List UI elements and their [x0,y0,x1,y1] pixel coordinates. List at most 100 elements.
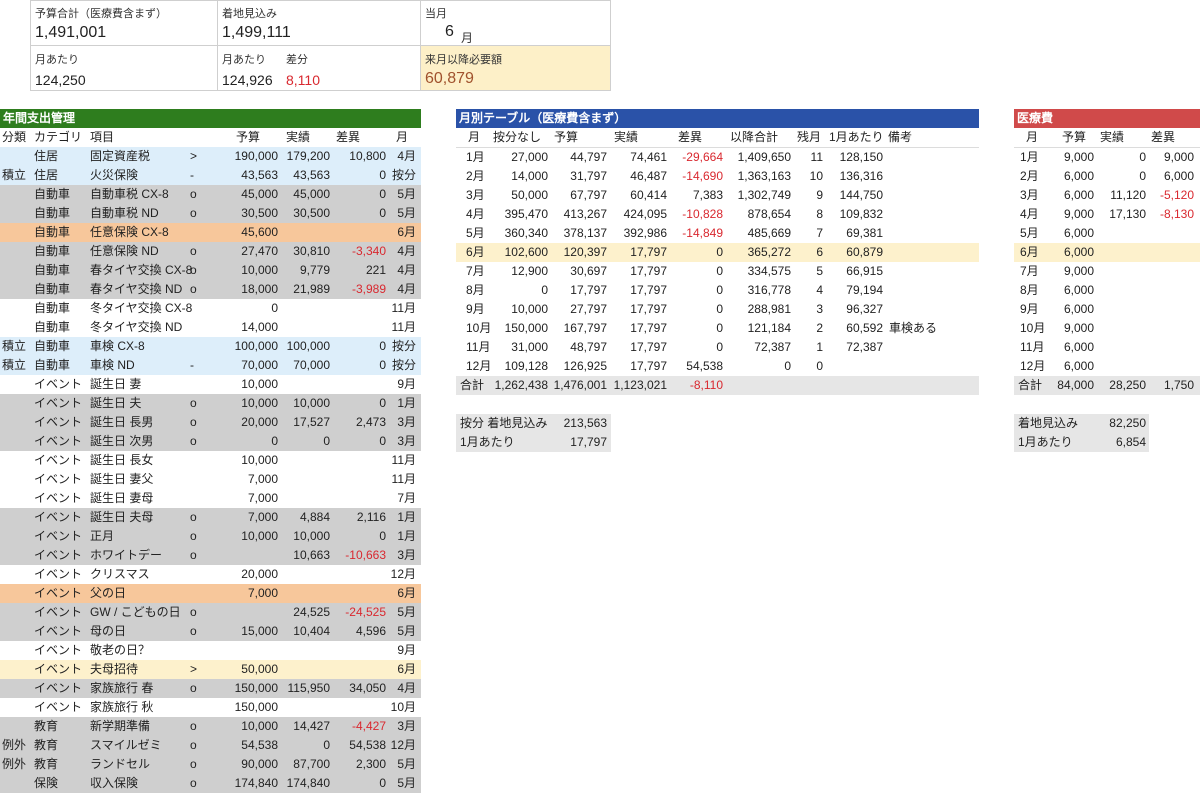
annual-row[interactable]: 積立 自動車 車検 ND - 70,000 70,000 0 按分 [0,356,421,375]
annual-row[interactable]: 教育 新学期準備 o 10,000 14,427 -4,427 3月 [0,717,421,736]
annual-row[interactable]: 例外 教育 ランドセル o 90,000 87,700 2,300 5月 [0,755,421,774]
monthly-row[interactable]: 2月 14,000 31,797 46,487 -14,690 1,363,163 10 13… [456,167,979,186]
actual-cell: 17,797 [630,340,667,354]
monthly-footer-row[interactable]: 按分 着地見込み 213,563 [456,414,611,433]
monthly-row[interactable]: 4月 395,470 413,267 424,095 -10,828 878,654 8 10… [456,205,979,224]
monthly-row[interactable]: 5月 360,340 378,137 392,986 -14,849 485,669 7 69… [456,224,979,243]
medical-row[interactable]: 7月 9,000 [1014,262,1200,281]
footer-label: 1月あたり [460,435,515,449]
annual-row[interactable]: イベント 父の日 7,000 6月 [0,584,421,603]
medical-row[interactable]: 9月 6,000 [1014,300,1200,319]
annual-section-header: 年間支出管理 [0,109,421,128]
medical-row[interactable]: 5月 6,000 [1014,224,1200,243]
annual-row[interactable]: イベント 誕生日 妻父 7,000 11月 [0,470,421,489]
annual-row[interactable]: 自動車 春タイヤ交換 CX-8 o 10,000 9,779 221 4月 [0,261,421,280]
per-month-expected-cell[interactable]: 月あたり 差分 124,926 8,110 [217,45,421,91]
item-cell: 誕生日 夫母 [90,510,154,524]
monthly-row[interactable]: 11月 31,000 48,797 17,797 0 72,387 1 72,387 [456,338,979,357]
budget-cell [212,546,278,565]
annual-row[interactable]: イベント 誕生日 妻母 7,000 7月 [0,489,421,508]
medical-row[interactable]: 4月 9,000 17,130 -8,130 [1014,205,1200,224]
annual-row[interactable]: イベント 夫母招待 >50,000 6月 [0,660,421,679]
current-month-cell[interactable]: 当月 6 月 [420,0,611,46]
annual-row[interactable]: イベント GW / こどもの日 o 24,525 -24,525 5月 [0,603,421,622]
classification-cell [2,280,32,299]
actual-cell [280,489,330,508]
annual-row[interactable]: イベント 誕生日 妻 10,000 9月 [0,375,421,394]
annual-row[interactable]: 自動車 春タイヤ交換 ND o 18,000 21,989 -3,989 4月 [0,280,421,299]
annual-row[interactable]: 自動車 任意保険 ND o 27,470 30,810 -3,340 4月 [0,242,421,261]
annual-row[interactable]: イベント クリスマス 20,000 12月 [0,565,421,584]
medical-footer-row[interactable]: 1月あたり 6,854 [1014,433,1149,452]
annual-row[interactable]: イベント 誕生日 次男 o 0 0 0 3月 [0,432,421,451]
annual-row[interactable]: イベント 家族旅行 春 o 150,000 115,950 34,050 4月 [0,679,421,698]
medical-header-row[interactable]: 月予算 実績 差異 [1014,128,1200,148]
medical-row[interactable]: 6月 6,000 [1014,243,1200,262]
medical-row[interactable]: 8月 6,000 [1014,281,1200,300]
annual-row[interactable]: イベント 誕生日 夫 o 10,000 10,000 0 1月 [0,394,421,413]
month-cell: 1月 [397,529,416,543]
medical-footer-row[interactable]: 着地見込み 82,250 [1014,414,1149,433]
annual-row[interactable]: 自動車 任意保険 CX-8 45,600 6月 [0,223,421,242]
item-cell: 車検 ND [90,358,135,372]
flag-cell: o [190,757,197,771]
note-cell [889,281,969,300]
medical-total-row[interactable]: 合計 84,000 28,250 1,750 [1014,376,1200,395]
monthly-footer-row[interactable]: 1月あたり 17,797 [456,433,611,452]
per-month-budget-cell[interactable]: 月あたり 124,250 [30,45,218,91]
per-month-cell: 128,150 [839,150,883,164]
annual-row[interactable]: イベント 誕生日 長女 10,000 11月 [0,451,421,470]
budget-total-cell[interactable]: 予算合計（医療費含まず） 1,491,001 [30,0,218,46]
actual-cell [280,584,330,603]
annual-row[interactable]: イベント 家族旅行 秋 150,000 10月 [0,698,421,717]
total-actual: 1,123,021 [613,378,667,392]
annual-row[interactable]: 自動車 自動車税 CX-8 o 45,000 45,000 0 5月 [0,185,421,204]
annual-row[interactable]: イベント 母の日 o 15,000 10,404 4,596 5月 [0,622,421,641]
next-required-cell[interactable]: 来月以降必要額 60,879 [420,45,611,91]
monthly-row[interactable]: 10月 150,000 167,797 17,797 0 121,184 2 60,592 車検… [456,319,979,338]
annual-row[interactable]: 住居 固定資産税 >190,000 179,200 10,800 4月 [0,147,421,166]
annual-row[interactable]: 自動車 冬タイヤ交換 ND 14,000 11月 [0,318,421,337]
diff-cell [332,641,386,660]
annual-row[interactable]: 積立 住居 火災保険 - 43,563 43,563 0 按分 [0,166,421,185]
annual-row[interactable]: イベント 誕生日 長男 o 20,000 17,527 2,473 3月 [0,413,421,432]
monthly-row[interactable]: 8月 0 17,797 17,797 0 316,778 4 79,194 [456,281,979,300]
item-cell: 冬タイヤ交換 CX-8 [90,301,193,315]
medical-row[interactable]: 11月 6,000 [1014,338,1200,357]
expected-total-cell[interactable]: 着地見込み 1,499,111 [217,0,421,46]
medical-row[interactable]: 12月 6,000 [1014,357,1200,376]
month-cell: 2月 [1020,169,1039,183]
annual-row[interactable]: イベント 正月 o 10,000 10,000 0 1月 [0,527,421,546]
medical-row[interactable]: 1月 9,000 0 9,000 [1014,148,1200,167]
medical-row[interactable]: 2月 6,000 0 6,000 [1014,167,1200,186]
medical-row[interactable]: 3月 6,000 11,120 -5,120 [1014,186,1200,205]
budget-cell: 6,000 [1063,226,1094,240]
annual-row[interactable]: 自動車 自動車税 ND o 30,500 30,500 0 5月 [0,204,421,223]
monthly-total-row[interactable]: 合計 1,262,438 1,476,001 1,123,021 -8,110 [456,376,979,395]
budget-cell: 31,797 [570,169,607,183]
monthly-row[interactable]: 7月 12,900 30,697 17,797 0 334,575 5 66,915 [456,262,979,281]
budget-cell: 7,000 [247,491,278,505]
monthly-row[interactable]: 1月 27,000 44,797 74,461 -29,664 1,409,650 11 12… [456,148,979,167]
annual-header-row[interactable]: 分類 カテゴリ 項目 予算 実績 差異月 [0,128,421,147]
annual-row[interactable]: 積立 自動車 車検 CX-8 100,000 100,000 0 按分 [0,337,421,356]
category-cell: イベント [34,415,83,429]
diff-cell: 0 [716,340,723,354]
annual-row[interactable]: 例外 教育 スマイルゼミ o 54,538 0 54,538 12月 [0,736,421,755]
annual-row[interactable]: イベント 誕生日 夫母 o 7,000 4,884 2,116 1月 [0,508,421,527]
note-cell: 車検ある [889,321,938,335]
flag-cell: > [190,662,198,676]
monthly-row[interactable]: 9月 10,000 27,797 17,797 0 288,981 3 96,327 [456,300,979,319]
monthly-row[interactable]: 3月 50,000 67,797 60,414 7,383 1,302,749 9 144,7… [456,186,979,205]
monthly-header-row[interactable]: 月按分なし 予算 実績 差異 以降合計 残月 1月あたり 備考 [456,128,979,148]
monthly-row[interactable]: 6月 102,600 120,397 17,797 0 365,272 6 60,879 [456,243,979,262]
annual-row[interactable]: イベント ホワイトデー o 10,663 -10,663 3月 [0,546,421,565]
per-month-cell: 144,750 [839,188,883,202]
annual-row[interactable]: イベント 敬老の日？ 9月 [0,641,421,660]
monthly-row[interactable]: 12月 109,128 126,925 17,797 54,538 0 0 [456,357,979,376]
footer-value: 213,563 [563,416,607,430]
annual-row[interactable]: 自動車 冬タイヤ交換 CX-8 0 11月 [0,299,421,318]
month-cell: 5月 [397,757,416,771]
medical-row[interactable]: 10月 9,000 [1014,319,1200,338]
flag-cell [190,565,210,584]
